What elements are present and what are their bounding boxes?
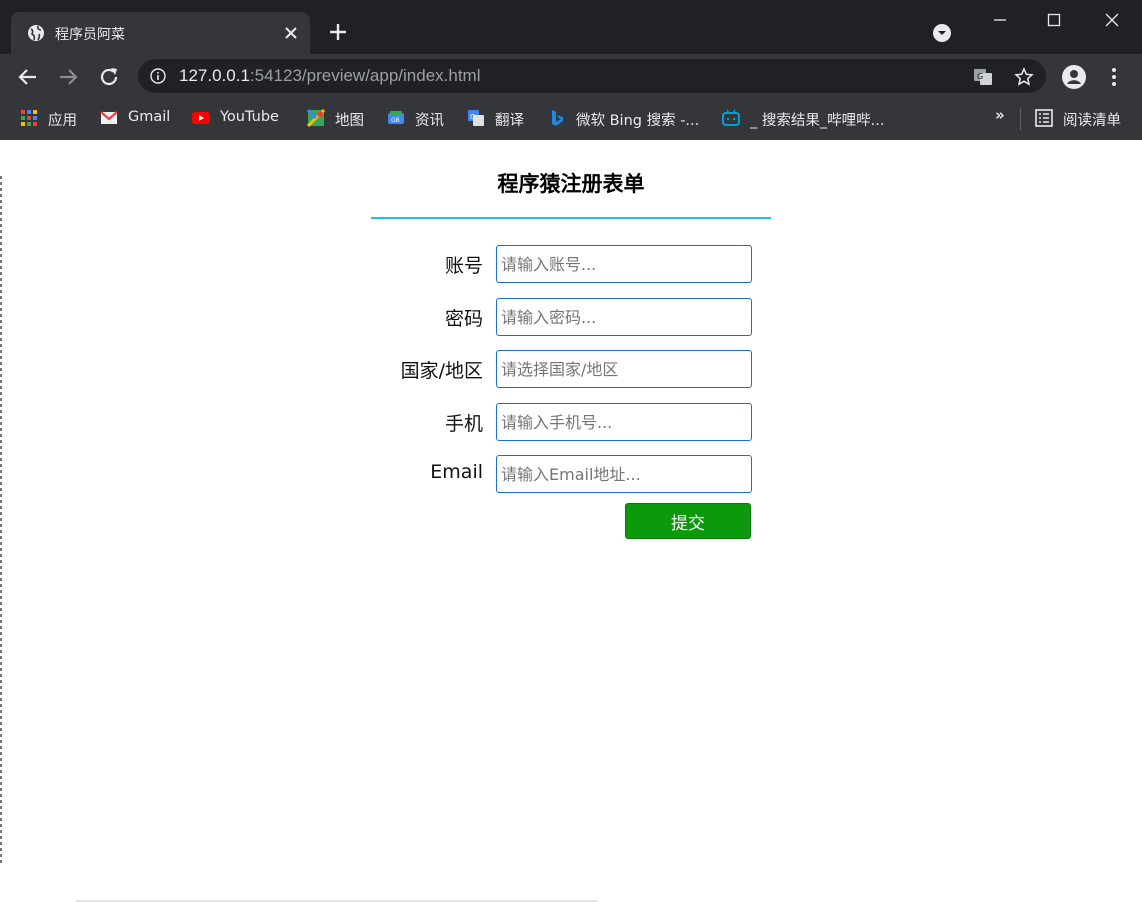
svg-text:G: G — [470, 113, 475, 121]
tab-search-icon[interactable] — [932, 23, 952, 43]
password-input[interactable] — [496, 298, 752, 336]
reading-list-icon — [1035, 109, 1053, 127]
bilibili-icon — [722, 109, 740, 126]
url-text[interactable]: 127.0.0.1:54123/preview/app/index.html — [179, 66, 481, 86]
bookmark-label: 微软 Bing 搜索 -... — [576, 113, 700, 129]
page-content: 程序猿注册表单 账号 密码 国家/地区 手机 Email 提交 — [0, 140, 1142, 902]
bookmark-label: YouTube — [220, 109, 279, 125]
phone-input[interactable] — [496, 403, 752, 441]
email-input[interactable] — [496, 455, 752, 493]
url-path: :54123/preview/app/index.html — [249, 66, 481, 85]
bookmark-label: 地图 — [335, 113, 364, 129]
forward-arrow-icon[interactable] — [56, 65, 80, 89]
close-tab-icon[interactable] — [281, 23, 301, 43]
submit-button[interactable]: 提交 — [625, 503, 751, 539]
more-menu-icon[interactable] — [1102, 65, 1126, 89]
account-input[interactable] — [496, 245, 752, 283]
maximize-icon[interactable] — [1042, 8, 1066, 32]
browser-tab[interactable]: 程序员阿菜 — [11, 12, 310, 54]
bookmark-label: 应用 — [48, 113, 77, 129]
svg-text:G: G — [977, 72, 983, 81]
password-label: 密码 — [444, 308, 483, 330]
title-underline — [371, 217, 771, 219]
globe-icon — [28, 25, 44, 41]
country-input[interactable] — [496, 350, 752, 388]
translate-page-icon[interactable]: G — [973, 67, 993, 87]
phone-label: 手机 — [444, 413, 483, 435]
bing-icon — [552, 110, 563, 126]
translate-icon: G — [468, 110, 484, 126]
page-edge-decoration — [0, 176, 2, 866]
bookmark-label: 资讯 — [415, 113, 444, 129]
svg-text:GB: GB — [391, 117, 400, 124]
site-info-icon[interactable] — [150, 68, 166, 84]
account-label: 账号 — [444, 255, 483, 277]
address-bar[interactable]: 127.0.0.1:54123/preview/app/index.html G — [138, 59, 1046, 93]
profile-avatar-icon[interactable] — [1062, 65, 1086, 89]
form-title: 程序猿注册表单 — [497, 172, 645, 196]
reading-list-label: 阅读清单 — [1063, 113, 1121, 129]
browser-chrome: 程序员阿菜 127.0.0.1:54123/preview/app/index.… — [0, 0, 1142, 140]
bookmark-label: 翻译 — [495, 113, 524, 129]
reload-icon[interactable] — [97, 65, 121, 89]
news-icon: GB — [388, 111, 404, 124]
bookmark-label: Gmail — [128, 109, 171, 125]
minimize-icon[interactable] — [988, 8, 1012, 32]
toolbar: 127.0.0.1:54123/preview/app/index.html G — [0, 54, 1142, 100]
youtube-icon — [192, 112, 210, 124]
close-window-icon[interactable] — [1100, 8, 1124, 32]
url-host: 127.0.0.1 — [179, 66, 250, 85]
bookmarks-divider — [1020, 108, 1021, 130]
country-label: 国家/地区 — [400, 360, 483, 382]
back-arrow-icon[interactable] — [16, 65, 40, 89]
maps-icon — [307, 109, 325, 127]
tab-title: 程序员阿菜 — [55, 27, 125, 43]
title-bar: 程序员阿菜 — [0, 0, 1142, 54]
apps-grid-icon — [21, 110, 37, 126]
email-label: Email — [430, 461, 483, 483]
bookmark-label: _ 搜索结果_哔哩哔... — [750, 113, 885, 129]
gmail-icon — [100, 111, 118, 124]
more-bookmarks-button[interactable]: » — [995, 106, 1005, 124]
bookmarks-bar: 应用 Gmail YouTube 地图 GB 资讯 G 翻译 微软 Bing 搜… — [0, 100, 1142, 140]
new-tab-icon[interactable] — [327, 21, 349, 43]
bookmark-star-icon[interactable] — [1014, 67, 1034, 87]
